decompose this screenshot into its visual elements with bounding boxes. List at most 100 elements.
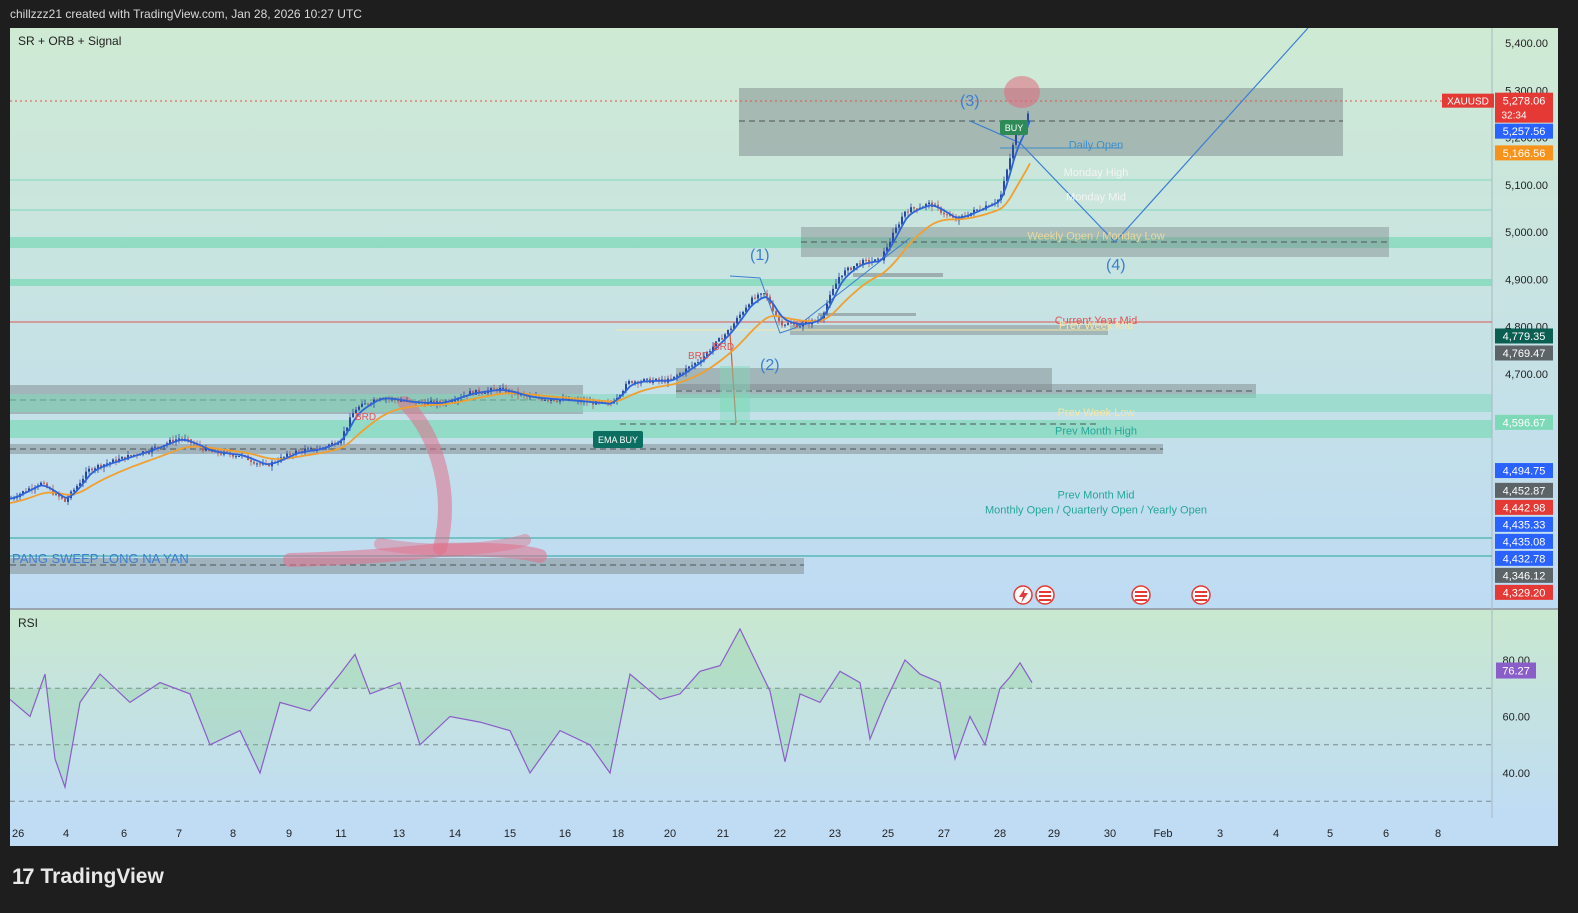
level-label: Monday Mid — [1066, 192, 1126, 204]
price-tag-text: 5,166.56 — [1503, 148, 1546, 160]
candle-body — [943, 212, 945, 215]
time-tick-label: 25 — [882, 828, 894, 840]
candle-body — [154, 446, 156, 448]
time-tick-label: 18 — [612, 828, 624, 840]
candle-body — [721, 338, 723, 340]
candle-body — [865, 259, 867, 261]
candle-body — [838, 277, 840, 284]
candle-body — [556, 400, 558, 402]
candle-body — [91, 468, 93, 471]
signal-ema-buy-text: EMA BUY — [598, 435, 638, 445]
candle-body — [841, 275, 843, 278]
level-label: Monday High — [1064, 167, 1129, 179]
candle-body — [694, 362, 696, 366]
price-tag-text: 4,435.08 — [1503, 536, 1546, 548]
last-price-text: 5,278.06 — [1503, 96, 1546, 108]
candle-body — [691, 365, 693, 367]
candle-body — [736, 317, 738, 324]
candle-body — [352, 413, 354, 418]
price-tag-text: 4,452.87 — [1503, 485, 1546, 497]
annotation-sweep: PANG SWEEP LONG NA YAN — [12, 551, 189, 566]
price-tag-text: 5,257.56 — [1503, 126, 1546, 138]
time-tick-label: Feb — [1154, 828, 1173, 840]
candle-body — [430, 400, 432, 402]
candle-body — [757, 294, 759, 299]
time-tick-label: 6 — [121, 828, 127, 840]
level-label: Daily Open — [1069, 140, 1123, 152]
candle-body — [787, 323, 789, 325]
candle-body — [790, 323, 792, 325]
candle-body — [250, 460, 252, 462]
signal-ema-buy[interactable]: EMA BUY — [593, 431, 643, 448]
countdown-text: 32:34 — [1501, 111, 1526, 122]
price-tag-text: 4,769.47 — [1503, 348, 1546, 360]
time-tick-label: 5 — [1327, 828, 1333, 840]
candle-body — [730, 328, 732, 330]
candle-body — [1012, 144, 1014, 159]
candle-body — [73, 489, 75, 492]
candle-body — [361, 403, 363, 407]
price-tick-label: 5,000.00 — [1505, 227, 1548, 239]
us-flag-icon[interactable] — [1191, 585, 1211, 605]
chart-svg[interactable]: 4,700.004,800.004,900.005,000.005,100.00… — [10, 28, 1558, 846]
candle-body — [43, 482, 45, 484]
candle-body — [238, 456, 240, 458]
time-tick-label: 4 — [63, 828, 69, 840]
candle-body — [781, 320, 783, 326]
candle-body — [688, 366, 690, 369]
candle-body — [760, 293, 762, 295]
candle-body — [754, 297, 756, 299]
candle-body — [358, 406, 360, 410]
level-label: Monthly Open / Quarterly Open / Yearly O… — [985, 505, 1207, 517]
time-tick-label: 28 — [994, 828, 1006, 840]
time-tick-label: 23 — [829, 828, 841, 840]
us-flag-icon[interactable] — [1131, 585, 1151, 605]
candle-body — [844, 270, 846, 276]
candle-body — [67, 498, 69, 502]
time-tick-label: 22 — [774, 828, 786, 840]
time-tick-label: 8 — [230, 828, 236, 840]
candle-body — [544, 399, 546, 401]
chart-frame[interactable]: 4,700.00 4,800.00 4,900.00 5,000.00 5,100.00… — [10, 28, 1558, 846]
time-tick-label: 7 — [176, 828, 182, 840]
us-flag-icon[interactable] — [1035, 585, 1055, 605]
signal-brd-2: BRD — [688, 351, 709, 362]
candle-body — [751, 297, 753, 305]
level-label: Prev Week Low — [1058, 407, 1135, 419]
time-tick-label: 20 — [664, 828, 676, 840]
freehand-circle[interactable] — [1004, 76, 1040, 108]
candle-body — [88, 468, 90, 472]
rsi-value-text: 76.27 — [1502, 666, 1530, 678]
signal-buy[interactable]: BUY — [1000, 120, 1028, 135]
time-tick-label: 21 — [717, 828, 729, 840]
wave-label-2: (2) — [760, 357, 780, 374]
candle-body — [799, 326, 801, 328]
candle-body — [898, 224, 900, 228]
candle-body — [859, 263, 861, 265]
event-flash-icon[interactable] — [1013, 585, 1033, 605]
price-tag-text: 4,596.67 — [1503, 417, 1546, 429]
candle-body — [283, 456, 285, 458]
candle-body — [928, 202, 930, 205]
pane-separator[interactable] — [10, 608, 1558, 610]
highlight-rect[interactable] — [720, 366, 750, 422]
price-tick-label: 4,900.00 — [1505, 274, 1548, 286]
candle-body — [856, 263, 858, 267]
candle-body — [1015, 134, 1017, 145]
time-tick-label: 11 — [335, 828, 346, 840]
indicator-label-rsi[interactable]: RSI — [18, 616, 38, 630]
time-tick-label: 15 — [504, 828, 516, 840]
price-tick-label: 4,700.00 — [1505, 369, 1548, 381]
indicator-label-main[interactable]: SR + ORB + Signal — [18, 34, 121, 48]
tradingview-logo-icon: 17 — [12, 864, 35, 889]
time-tick-label: 4 — [1273, 828, 1279, 840]
candle-body — [481, 393, 483, 395]
candle-body — [850, 267, 852, 270]
tradingview-logo[interactable]: 17 TradingView — [12, 864, 164, 890]
rsi-tick-label: 60.00 — [1502, 712, 1530, 724]
footer-bar: 17 TradingView — [0, 850, 1578, 913]
candle-body — [547, 399, 549, 401]
candle-body — [739, 314, 741, 318]
candle-body — [310, 448, 312, 450]
candle-body — [895, 227, 897, 233]
